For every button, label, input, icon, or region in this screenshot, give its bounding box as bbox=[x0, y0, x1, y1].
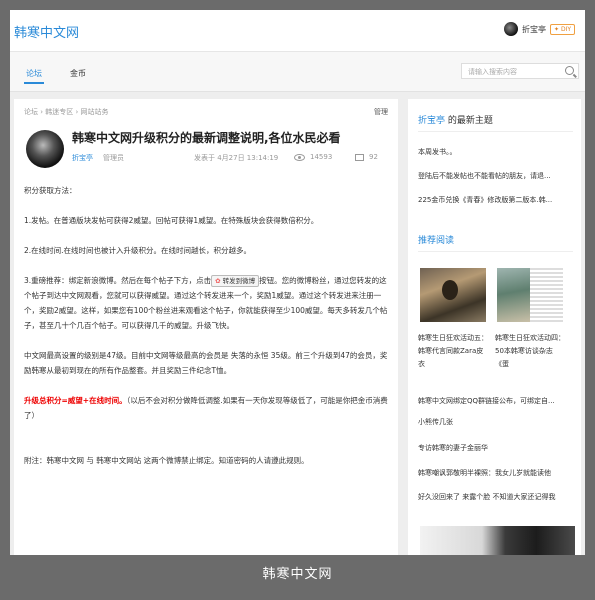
thumbnail-caption-2[interactable]: 韩寒生日狂欢活动四：50本韩寒访谈杂志《蛋 bbox=[495, 332, 565, 371]
sidebar: 折宝亭 的最新主题 本周发书。。 登陆后不能发帖也不能看帖的朋友，请退... 2… bbox=[408, 99, 581, 555]
thumbnail-caption-1[interactable]: 韩寒生日狂欢活动五：韩寒代言同款Zara皮衣 bbox=[418, 332, 488, 371]
tab-coins[interactable]: 金币 bbox=[70, 68, 86, 79]
breadcrumb: 论坛 › 韩迷专区 › 网站站务 bbox=[24, 108, 109, 116]
search-icon[interactable] bbox=[565, 66, 574, 75]
author-avatar[interactable] bbox=[26, 130, 64, 168]
diy-button[interactable]: ✦ DIY bbox=[550, 23, 575, 35]
nav-bar: 论坛 金币 请输入搜索内容 bbox=[10, 52, 585, 92]
latest-topic-item[interactable]: 225金币兑换《青春》修改版第二版本.韩... bbox=[418, 195, 573, 205]
latest-topics-title: 折宝亭 的最新主题 bbox=[418, 116, 493, 126]
breadcrumb-forum[interactable]: 论坛 bbox=[24, 108, 38, 116]
body-paragraph-5: 升级总积分=威望+在线时间。（以后不会对积分做降低调整.如果有一天你发现等级低了… bbox=[24, 396, 388, 420]
site-header: 韩寒中文网 折宝亭 ✦ DIY bbox=[10, 10, 585, 52]
post-body: 积分获取方法： 1.发帖。在普通版块发帖可获得2威望。回帖可获得1威望。在特殊版… bbox=[24, 183, 390, 468]
body-paragraph-6: 附注：韩寒中文网 与 韩寒中文网站 这两个微博禁止绑定。知道密码的人请遵此规则。 bbox=[24, 456, 309, 465]
username[interactable]: 折宝亭 bbox=[522, 24, 546, 35]
author-role: 管理员 bbox=[103, 154, 124, 162]
recommend-item[interactable]: 小熊传几张 bbox=[418, 417, 576, 427]
manage-button[interactable]: 管理 bbox=[374, 107, 388, 117]
post-date: 发表于 4月27日 13:14:19 bbox=[194, 154, 279, 162]
user-info[interactable]: 折宝亭 ✦ DIY bbox=[504, 22, 575, 36]
user-avatar[interactable] bbox=[504, 22, 518, 36]
recommend-thumbnail-2[interactable] bbox=[497, 268, 563, 322]
author-name[interactable]: 折宝亭 bbox=[72, 153, 93, 163]
breadcrumb-site-affairs[interactable]: 网站站务 bbox=[81, 108, 109, 116]
body-paragraph-3: 3.重磅推荐：绑定新浪微博。然后在每个帖子下方，点击转发到微博按钮。您的微博粉丝… bbox=[24, 273, 390, 333]
recommend-thumbnail-1[interactable] bbox=[420, 268, 486, 322]
browser-frame: 韩寒中文网 折宝亭 ✦ DIY 论坛 金币 请输入搜索内容 论坛 › 韩迷专区 … bbox=[10, 10, 585, 555]
tab-forum[interactable]: 论坛 bbox=[24, 68, 44, 84]
recommend-item[interactable]: 韩寒中文网绑定QQ群链接公布，可绑定自... bbox=[418, 396, 576, 406]
eye-icon bbox=[294, 154, 305, 161]
body-paragraph-1: 1.发帖。在普通版块发帖可获得2威望。回帖可获得1威望。在特殊版块会获得数倍积分… bbox=[24, 216, 319, 225]
recommend-item[interactable]: 专访韩寒的妻子金丽华 bbox=[418, 443, 576, 453]
comment-icon bbox=[355, 154, 364, 161]
divider bbox=[418, 131, 573, 132]
footer-caption: 韩寒中文网 bbox=[262, 567, 333, 582]
view-count: 14593 bbox=[310, 153, 333, 161]
latest-topic-item[interactable]: 本周发书。。 bbox=[418, 147, 573, 157]
share-weibo-button[interactable]: 转发到微博 bbox=[211, 275, 260, 287]
divider bbox=[418, 251, 573, 252]
body-paragraph-4: 中文网最高设置的级别是47级。目前中文网等级最高的会员是 失落的永恒 35级。前… bbox=[24, 351, 388, 375]
formula-highlight: 升级总积分=威望+在线时间。 bbox=[24, 396, 127, 405]
latest-topic-item[interactable]: 登陆后不能发帖也不能看帖的朋友，请退... bbox=[418, 171, 573, 181]
site-logo[interactable]: 韩寒中文网 bbox=[14, 22, 79, 41]
reply-count: 92 bbox=[369, 153, 378, 161]
recommend-title: 推荐阅读 bbox=[418, 236, 455, 246]
body-paragraph-2: 2.在线时间.在线时间也被计入升级积分。在线时间越长，积分越多。 bbox=[24, 246, 252, 255]
recommend-thumbnail-3[interactable] bbox=[420, 526, 575, 555]
search-input[interactable]: 请输入搜索内容 bbox=[461, 63, 579, 79]
recommend-item[interactable]: 韩寒嘲讽郭敬明半裸照：我女儿岁就能读他 bbox=[418, 468, 576, 478]
post-title: 韩寒中文网升级积分的最新调整说明,各位水民必看 bbox=[72, 131, 341, 145]
recommend-item[interactable]: 好久没回来了 来露个脸 不知道大家还记得我 bbox=[418, 492, 576, 502]
body-heading: 积分获取方法： bbox=[24, 186, 77, 195]
breadcrumb-fan-zone[interactable]: 韩迷专区 bbox=[45, 108, 73, 116]
post-panel: 论坛 › 韩迷专区 › 网站站务 管理 韩寒中文网升级积分的最新调整说明,各位水… bbox=[14, 99, 398, 555]
